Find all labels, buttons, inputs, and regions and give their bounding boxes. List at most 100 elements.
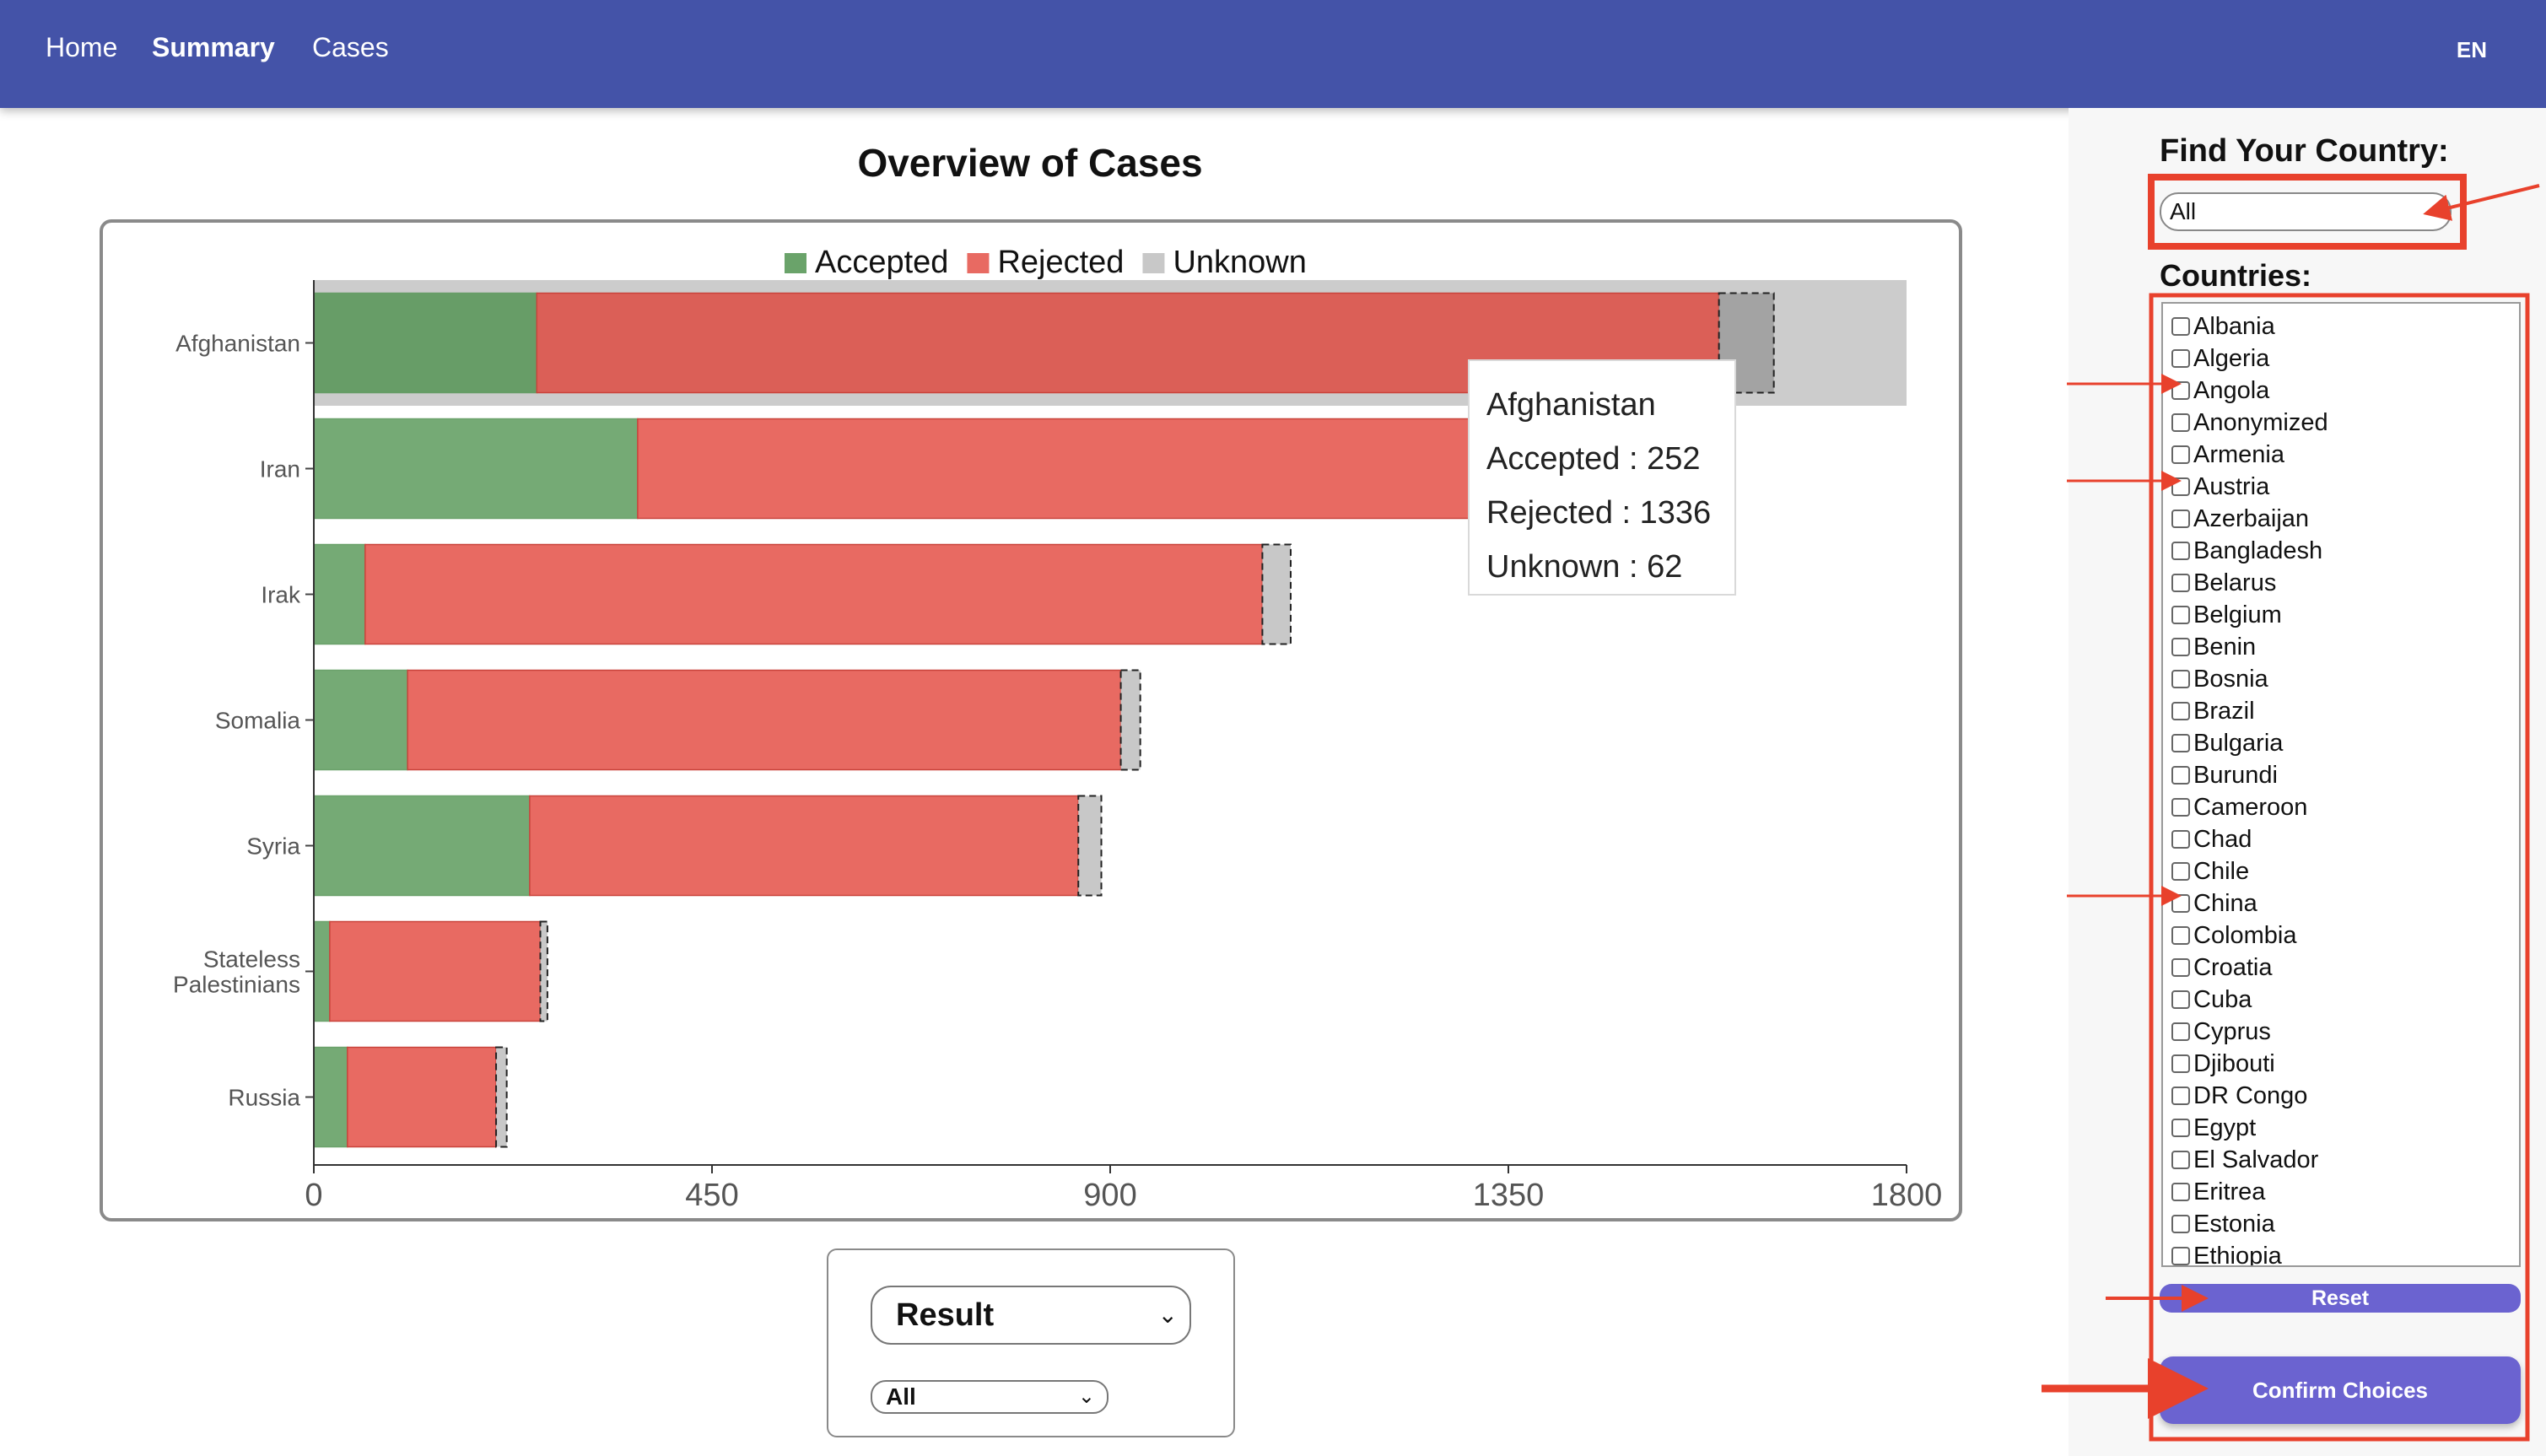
result-select[interactable]: Result ⌄ — [871, 1286, 1191, 1345]
filter-select[interactable]: All ⌄ — [871, 1380, 1108, 1414]
y-tick-label: Iran — [260, 456, 300, 483]
country-label: Angola — [2193, 377, 2270, 404]
country-label: Eritrea — [2193, 1178, 2266, 1205]
country-item[interactable]: Algeria — [2171, 342, 2269, 375]
bar-accepted[interactable] — [313, 418, 639, 520]
country-item[interactable]: Colombia — [2171, 919, 2297, 952]
country-item[interactable]: Eritrea — [2171, 1176, 2265, 1208]
country-item[interactable]: Armenia — [2171, 439, 2284, 471]
country-checkbox[interactable] — [2171, 1151, 2190, 1169]
country-label: Benin — [2193, 634, 2257, 661]
bar-accepted[interactable] — [313, 669, 408, 771]
country-checkbox[interactable] — [2171, 862, 2190, 881]
country-select[interactable]: All — [2160, 192, 2452, 231]
bar-unknown[interactable] — [539, 920, 548, 1022]
country-item[interactable]: Burundi — [2171, 759, 2278, 791]
country-checkbox[interactable] — [2171, 574, 2190, 592]
country-label: Estonia — [2193, 1211, 2275, 1238]
country-item[interactable]: Belgium — [2171, 599, 2282, 631]
bar-accepted[interactable] — [313, 292, 538, 394]
country-checkbox[interactable] — [2171, 606, 2190, 624]
country-checkbox[interactable] — [2171, 381, 2190, 400]
country-item[interactable]: Bosnia — [2171, 663, 2268, 695]
bar-unknown[interactable] — [1119, 669, 1141, 771]
bar-accepted[interactable] — [313, 1046, 348, 1148]
bar-accepted[interactable] — [313, 795, 531, 897]
country-checkbox[interactable] — [2171, 477, 2190, 496]
country-checkbox[interactable] — [2171, 317, 2190, 336]
country-checkbox[interactable] — [2171, 734, 2190, 752]
country-item[interactable]: Bangladesh — [2171, 535, 2322, 567]
country-item[interactable]: DR Congo — [2171, 1080, 2307, 1112]
country-checkbox[interactable] — [2171, 958, 2190, 977]
country-checkbox[interactable] — [2171, 798, 2190, 817]
country-checkbox[interactable] — [2171, 1054, 2190, 1073]
country-item[interactable]: Anonymized — [2171, 407, 2328, 439]
bar-rejected[interactable] — [407, 669, 1122, 771]
country-item[interactable]: China — [2171, 887, 2257, 919]
country-item[interactable]: Azerbaijan — [2171, 503, 2309, 535]
country-checkbox[interactable] — [2171, 702, 2190, 720]
country-label: Brazil — [2193, 698, 2255, 725]
country-item[interactable]: Cameroon — [2171, 791, 2307, 823]
country-checkbox[interactable] — [2171, 670, 2190, 688]
country-item[interactable]: Bulgaria — [2171, 727, 2283, 759]
country-checkbox[interactable] — [2171, 542, 2190, 560]
country-item[interactable]: Belarus — [2171, 567, 2276, 599]
country-label: Bulgaria — [2193, 730, 2284, 757]
country-label: Burundi — [2193, 762, 2278, 789]
bar-unknown[interactable] — [1261, 543, 1292, 645]
country-item[interactable]: Angola — [2171, 375, 2269, 407]
country-label: Albania — [2193, 313, 2275, 340]
country-item[interactable]: Egypt — [2171, 1112, 2256, 1144]
country-checkbox[interactable] — [2171, 1215, 2190, 1233]
bar-unknown[interactable] — [1077, 795, 1103, 897]
country-checkbox[interactable] — [2171, 766, 2190, 785]
country-item[interactable]: Cuba — [2171, 984, 2252, 1016]
bar-rejected[interactable] — [329, 920, 542, 1022]
country-checkbox[interactable] — [2171, 1119, 2190, 1137]
country-item[interactable]: El Salvador — [2171, 1144, 2318, 1176]
country-checkbox-list[interactable]: Albania Algeria Angola Anonymized Armenia Aus… — [2161, 302, 2521, 1267]
country-item[interactable]: Chad — [2171, 823, 2252, 855]
country-label: Ethiopia — [2193, 1243, 2282, 1267]
country-checkbox[interactable] — [2171, 990, 2190, 1009]
tooltip-country: Afghanistan — [1486, 387, 1656, 423]
bar-rejected[interactable] — [529, 795, 1079, 897]
country-item[interactable]: Brazil — [2171, 695, 2255, 727]
bar-rejected[interactable] — [637, 418, 1477, 520]
country-checkbox[interactable] — [2171, 1247, 2190, 1265]
country-item[interactable]: Djibouti — [2171, 1048, 2275, 1080]
country-item[interactable]: Croatia — [2171, 952, 2273, 984]
country-item[interactable]: Estonia — [2171, 1208, 2275, 1240]
y-tick-label: Syria — [246, 833, 300, 860]
legend-label: Rejected — [997, 245, 1124, 280]
country-checkbox[interactable] — [2171, 1022, 2190, 1041]
bar-rejected[interactable] — [347, 1046, 497, 1148]
bar-accepted[interactable] — [313, 920, 331, 1022]
country-item[interactable]: Cyprus — [2171, 1016, 2271, 1048]
country-checkbox[interactable] — [2171, 1087, 2190, 1105]
country-checkbox[interactable] — [2171, 926, 2190, 945]
country-checkbox[interactable] — [2171, 349, 2190, 368]
country-label: Cyprus — [2193, 1018, 2271, 1045]
reset-button[interactable]: Reset — [2160, 1284, 2521, 1313]
country-item[interactable]: Albania — [2171, 310, 2275, 342]
country-item[interactable]: Benin — [2171, 631, 2256, 663]
country-item[interactable]: Austria — [2171, 471, 2269, 503]
country-checkbox[interactable] — [2171, 1183, 2190, 1201]
country-item[interactable]: Chile — [2171, 855, 2249, 887]
confirm-choices-button[interactable]: Confirm Choices — [2160, 1356, 2521, 1424]
country-checkbox[interactable] — [2171, 638, 2190, 656]
bar-rejected[interactable] — [364, 543, 1264, 645]
country-checkbox[interactable] — [2171, 445, 2190, 464]
country-item[interactable]: Ethiopia — [2171, 1240, 2282, 1267]
country-checkbox[interactable] — [2171, 510, 2190, 528]
y-tick-label: Stateless — [203, 946, 300, 973]
country-checkbox[interactable] — [2171, 830, 2190, 849]
country-checkbox[interactable] — [2171, 894, 2190, 913]
y-tick-label: Palestinians — [173, 972, 300, 998]
bar-unknown[interactable] — [495, 1046, 508, 1148]
country-checkbox[interactable] — [2171, 413, 2190, 432]
bar-accepted[interactable] — [313, 543, 366, 645]
